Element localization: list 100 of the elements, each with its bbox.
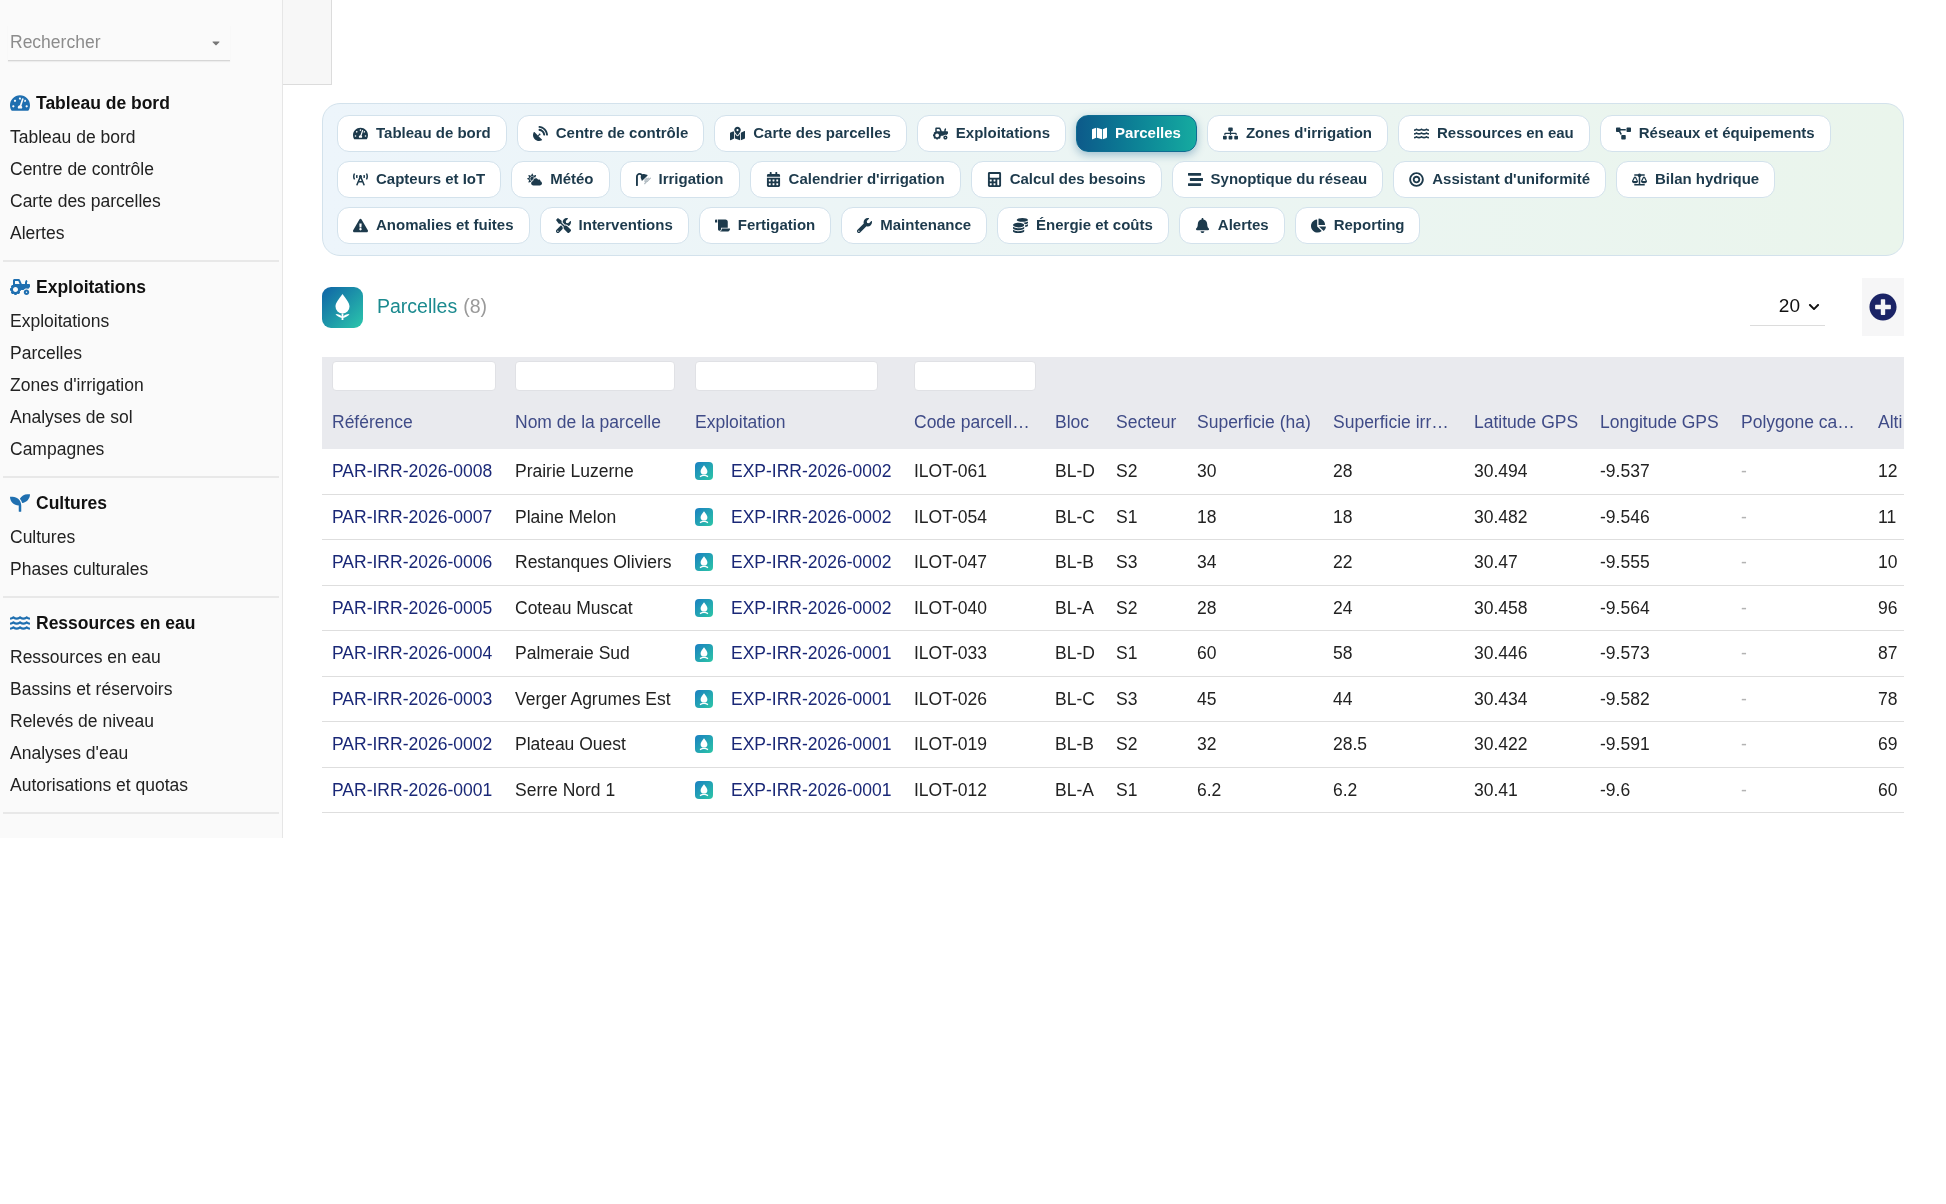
record-link[interactable]: EXP-IRR-2026-0002 [731, 594, 892, 621]
table-cell-text: 69 [1878, 733, 1898, 757]
table-cell-text: Plateau Ouest [515, 733, 626, 757]
table-cell-text: S3 [1116, 687, 1138, 711]
column-header[interactable]: Polygone ca… [1741, 408, 1855, 436]
column-header[interactable]: Référence [332, 408, 413, 436]
tab[interactable]: Interventions [539, 207, 689, 244]
record-link[interactable]: EXP-IRR-2026-0002 [731, 549, 892, 576]
scroll-icon [714, 218, 730, 233]
record-link[interactable]: EXP-IRR-2026-0001 [731, 731, 892, 758]
filter-input[interactable] [695, 361, 878, 391]
sidebar-link[interactable]: Autorisations et quotas [10, 769, 189, 801]
record-link[interactable]: PAR-IRR-2026-0001 [332, 776, 493, 803]
table-cell-text: 12 [1878, 460, 1898, 484]
column-header[interactable]: Exploitation [695, 408, 786, 436]
sidebar-link[interactable]: Phases culturales [10, 553, 149, 585]
tab[interactable]: Capteurs et IoT [337, 161, 502, 198]
table-cell-text: 34 [1197, 551, 1217, 575]
column-header[interactable]: Superficie (ha) [1197, 408, 1311, 436]
table-cell-text: ILOT-040 [914, 596, 987, 620]
tab[interactable]: Fertigation [698, 207, 832, 244]
tab[interactable]: Maintenance [841, 207, 988, 244]
tab[interactable]: Calendrier d'irrigation [749, 161, 961, 198]
sidebar-link[interactable]: Centre de contrôle [10, 153, 154, 185]
record-link[interactable]: PAR-IRR-2026-0002 [332, 731, 493, 758]
sidebar-link[interactable]: Parcelles [10, 337, 82, 369]
tab[interactable]: Irrigation [619, 161, 740, 198]
column-header[interactable]: Longitude GPS [1600, 408, 1719, 436]
sidebar-link[interactable]: Analyses d'eau [10, 737, 129, 769]
filter-input[interactable] [332, 361, 496, 391]
record-link[interactable]: EXP-IRR-2026-0002 [731, 458, 892, 485]
tab[interactable]: Reporting [1294, 207, 1421, 244]
empty-value: - [1741, 778, 1747, 802]
record-link[interactable]: EXP-IRR-2026-0001 [731, 685, 892, 712]
table-cell-text: S2 [1116, 460, 1138, 484]
tab[interactable]: Énergie et coûts [997, 207, 1169, 244]
tab[interactable]: Exploitations [916, 115, 1067, 152]
filter-input[interactable] [914, 361, 1036, 391]
sidebar-link[interactable]: Carte des parcelles [10, 185, 161, 217]
record-link[interactable]: PAR-IRR-2026-0005 [332, 594, 493, 621]
column-header[interactable]: Code parcell… [914, 408, 1030, 436]
search-field[interactable]: Rechercher [8, 25, 230, 61]
table-cell-text: Palmeraie Sud [515, 642, 630, 666]
table-cell-text: BL-B [1055, 551, 1094, 575]
table-cell-text: Prairie Luzerne [515, 460, 634, 484]
sidebar-link[interactable]: Bassins et réservoirs [10, 673, 173, 705]
tab[interactable]: Zones d'irrigation [1206, 115, 1388, 152]
column-header[interactable]: Alti [1878, 408, 1903, 436]
tab[interactable]: Assistant d'uniformité [1393, 161, 1606, 198]
column-header[interactable]: Latitude GPS [1474, 408, 1579, 436]
tab[interactable]: Carte des parcelles [714, 115, 907, 152]
tab[interactable]: Réseaux et équipements [1599, 115, 1831, 152]
sidebar-link[interactable]: Tableau de bord [10, 121, 136, 153]
sidebar-link[interactable]: Analyses de sol [10, 401, 133, 433]
tab[interactable]: Centre de contrôle [516, 115, 705, 152]
table-cell-text: Serre Nord 1 [515, 778, 616, 802]
shower-icon [635, 172, 651, 187]
tab[interactable]: Bilan hydrique [1616, 161, 1776, 198]
tab[interactable]: Alertes [1178, 207, 1285, 244]
record-link[interactable]: PAR-IRR-2026-0003 [332, 685, 493, 712]
sidebar-link[interactable]: Zones d'irrigation [10, 369, 144, 401]
tab[interactable]: Calcul des besoins [970, 161, 1162, 198]
record-link[interactable]: PAR-IRR-2026-0004 [332, 640, 493, 667]
sidebar-link[interactable]: Ressources en eau [10, 641, 161, 673]
record-link[interactable]: PAR-IRR-2026-0006 [332, 549, 493, 576]
tab[interactable]: Météo [511, 161, 610, 198]
sidebar-link[interactable]: Cultures [10, 521, 76, 553]
sidebar-link[interactable]: Relevés de niveau [10, 705, 154, 737]
tab[interactable]: Synoptique du réseau [1171, 161, 1384, 198]
table-cell-text: S3 [1116, 551, 1138, 575]
drop-icon [695, 689, 713, 708]
page-size-select[interactable]: 20 [1750, 288, 1825, 326]
column-header[interactable]: Nom de la parcelle [515, 408, 661, 436]
column-header[interactable]: Superficie irr… [1333, 408, 1449, 436]
record-link[interactable]: PAR-IRR-2026-0008 [332, 458, 493, 485]
record-link[interactable]: EXP-IRR-2026-0001 [731, 776, 892, 803]
table-cell-text: Verger Agrumes Est [515, 687, 671, 711]
column-header[interactable]: Bloc [1055, 408, 1090, 436]
table-cell-text: S2 [1116, 596, 1138, 620]
tab[interactable]: Parcelles [1076, 115, 1197, 152]
wrench-icon [857, 218, 873, 233]
table-cell-text: 30.434 [1474, 687, 1528, 711]
sidebar-link[interactable]: Alertes [10, 217, 65, 249]
gauge-icon [10, 93, 30, 113]
map-icon [1092, 126, 1108, 141]
table-cell-text: BL-D [1055, 460, 1095, 484]
table-cell-text: BL-A [1055, 778, 1094, 802]
sidebar-link[interactable]: Campagnes [10, 433, 105, 465]
tab[interactable]: Tableau de bord [337, 115, 507, 152]
filter-input[interactable] [515, 361, 675, 391]
tab[interactable]: Anomalies et fuites [337, 207, 530, 244]
table-cell-text: -9.6 [1600, 778, 1631, 802]
record-link[interactable]: EXP-IRR-2026-0002 [731, 503, 892, 530]
column-header[interactable]: Secteur [1116, 408, 1177, 436]
tab[interactable]: Ressources en eau [1398, 115, 1590, 152]
sidebar-link[interactable]: Exploitations [10, 305, 110, 337]
add-button[interactable] [1862, 278, 1904, 336]
record-link[interactable]: EXP-IRR-2026-0001 [731, 640, 892, 667]
table-cell-text: 96 [1878, 596, 1898, 620]
record-link[interactable]: PAR-IRR-2026-0007 [332, 503, 493, 530]
